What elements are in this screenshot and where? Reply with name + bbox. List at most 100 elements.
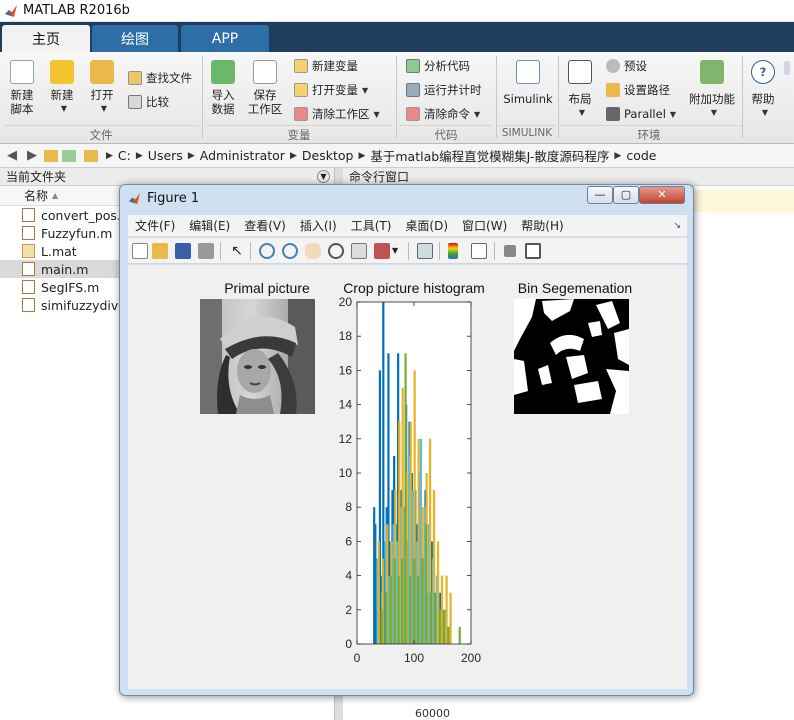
search-icon: [784, 61, 790, 75]
print-icon[interactable]: [198, 243, 214, 259]
new-script-icon: [10, 60, 34, 84]
zoom-out-icon[interactable]: [282, 243, 298, 259]
histogram-bar: [385, 592, 388, 644]
tab-label: APP: [211, 30, 239, 47]
tab-plots[interactable]: 绘图: [92, 25, 178, 52]
histogram-bar: [404, 353, 407, 644]
command-output: 60000: [415, 707, 450, 720]
save-workspace-button[interactable]: 保存 工作区: [246, 60, 284, 116]
brush-icon[interactable]: [374, 243, 390, 259]
group-separator: [396, 56, 397, 138]
breadcrumb-item[interactable]: C:: [118, 148, 131, 163]
y-tick-label: 8: [345, 500, 352, 514]
new-button[interactable]: 新建 ▼: [44, 60, 80, 116]
menu-file[interactable]: 文件(F): [135, 217, 175, 234]
breadcrumb-item[interactable]: 基于matlab编程直觉模糊集J-散度源码程序: [370, 146, 609, 165]
pointer-icon[interactable]: ↖: [229, 243, 245, 259]
file-name: SegIFS.m: [41, 279, 100, 295]
menu-help[interactable]: 帮助(H): [521, 217, 563, 234]
save-workspace-label: 保存 工作区: [247, 88, 283, 116]
tab-apps[interactable]: APP: [181, 25, 269, 52]
compare-button[interactable]: 比较: [128, 92, 169, 112]
colorbar-icon[interactable]: [448, 243, 458, 259]
group-label-code: 代码: [434, 128, 458, 142]
help-button[interactable]: ? 帮助 ▼: [746, 60, 780, 120]
open-file-icon[interactable]: [152, 243, 168, 259]
histogram-bar: [433, 592, 436, 644]
data-cursor-icon[interactable]: [351, 243, 367, 259]
toolbar-separator: [439, 242, 440, 260]
breadcrumb-item[interactable]: Users: [148, 148, 183, 163]
primal-picture-image: [200, 299, 315, 414]
analyze-code-icon: [406, 59, 420, 73]
breadcrumb-arrow-icon: ▶: [187, 150, 195, 161]
new-figure-icon[interactable]: [132, 243, 148, 259]
forward-arrow-icon[interactable]: ▶: [24, 148, 40, 164]
window-titlebar: MATLAB R2016b: [0, 0, 794, 22]
chevron-down-icon: ▼: [362, 85, 369, 95]
maximize-button[interactable]: ▢: [613, 186, 639, 204]
preferences-button[interactable]: 预设: [606, 56, 647, 76]
clear-workspace-label: 清除工作区: [312, 107, 370, 121]
new-script-button[interactable]: 新建 脚本: [4, 60, 40, 116]
close-button[interactable]: ✕: [639, 186, 685, 204]
browse-folder-icon[interactable]: [62, 149, 76, 162]
breadcrumb-item[interactable]: Desktop: [302, 148, 354, 163]
histogram-bar: [429, 592, 432, 644]
search-docs-button[interactable]: [784, 58, 794, 78]
menu-desktop[interactable]: 桌面(D): [405, 217, 448, 234]
show-plot-tools-icon[interactable]: [525, 243, 541, 259]
dock-arrow-icon[interactable]: ↘: [673, 221, 681, 231]
menu-view[interactable]: 查看(V): [244, 217, 286, 234]
rotate-icon[interactable]: [328, 243, 344, 259]
menu-tools[interactable]: 工具(T): [351, 217, 392, 234]
breadcrumb-item[interactable]: code: [626, 148, 656, 163]
group-divider: [560, 125, 742, 126]
histogram-bar: [380, 609, 383, 644]
gear-icon: [606, 59, 620, 73]
chevron-down-icon[interactable]: ▼: [392, 243, 400, 259]
layout-button[interactable]: 布局 ▼: [562, 60, 598, 120]
layout-icon: [568, 60, 592, 84]
open-button[interactable]: 打开 ▼: [84, 60, 120, 116]
menu-window[interactable]: 窗口(W): [462, 217, 507, 234]
new-variable-label: 新建变量: [312, 59, 358, 73]
set-path-button[interactable]: 设置路径: [606, 80, 670, 100]
clear-commands-button[interactable]: 清除命令 ▼: [406, 104, 480, 124]
figure-title: Figure 1: [147, 190, 200, 206]
breadcrumb-item[interactable]: Administrator: [200, 148, 285, 163]
window-title: MATLAB R2016b: [23, 3, 130, 18]
histogram-title: Crop picture histogram: [343, 280, 485, 296]
histogram-bar: [424, 524, 428, 644]
zoom-in-icon[interactable]: [259, 243, 275, 259]
menu-insert[interactable]: 插入(I): [300, 217, 337, 234]
parallel-button[interactable]: Parallel ▼: [606, 104, 676, 124]
new-variable-icon: [294, 59, 308, 73]
find-files-button[interactable]: 查找文件: [128, 68, 192, 88]
import-data-button[interactable]: 导入 数据: [206, 60, 240, 116]
legend-icon[interactable]: [471, 243, 487, 259]
addons-button[interactable]: 附加功能 ▼: [686, 60, 738, 120]
y-tick-label: 10: [339, 466, 353, 480]
clear-workspace-button[interactable]: 清除工作区 ▼: [294, 104, 380, 124]
tab-home[interactable]: 主页: [2, 25, 90, 52]
menu-edit[interactable]: 编辑(E): [189, 217, 230, 234]
minimize-button[interactable]: —: [587, 186, 613, 204]
group-divider: [206, 125, 392, 126]
new-variable-button[interactable]: 新建变量: [294, 56, 358, 76]
up-folder-icon[interactable]: [44, 149, 58, 162]
y-tick-label: 16: [339, 363, 353, 377]
back-arrow-icon[interactable]: ◀: [4, 148, 20, 164]
save-icon[interactable]: [175, 243, 191, 259]
chevron-down-icon: ▼: [100, 104, 108, 113]
open-variable-button[interactable]: 打开变量 ▼: [294, 80, 368, 100]
run-and-time-button[interactable]: 运行并计时: [406, 80, 482, 100]
analyze-code-button[interactable]: 分析代码: [406, 56, 470, 76]
link-plot-icon[interactable]: [417, 243, 433, 259]
file-name: Fuzzyfun.m: [41, 225, 113, 241]
hide-plot-tools-icon[interactable]: [504, 245, 516, 257]
sort-up-icon: ▲: [52, 191, 59, 200]
pan-hand-icon[interactable]: [305, 243, 321, 259]
chevron-down-icon[interactable]: ▼: [317, 170, 330, 183]
simulink-button[interactable]: Simulink: [500, 60, 556, 106]
